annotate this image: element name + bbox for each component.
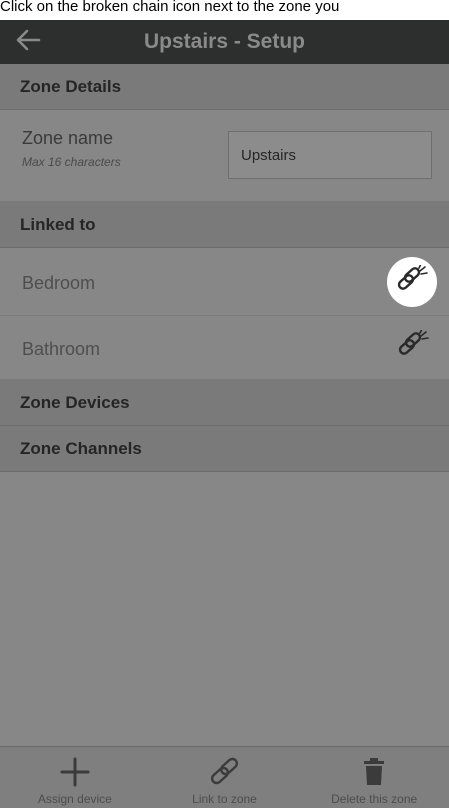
linked-zone-label: Bedroom xyxy=(22,273,96,293)
linked-zone-row: Bathroom xyxy=(0,316,449,380)
section-header-zone-channels[interactable]: Zone Channels xyxy=(0,426,449,472)
delete-zone-label: Delete this zone xyxy=(331,792,418,806)
linked-zone-label: Bathroom xyxy=(22,339,101,359)
app-screen: Upstairs - Setup Zone Details Zone name … xyxy=(0,20,449,808)
section-header-linked-to: Linked to xyxy=(0,202,449,248)
assign-device-label: Assign device xyxy=(37,792,112,806)
broken-chain-icon xyxy=(396,327,430,365)
zone-name-hint: Max 16 characters xyxy=(22,155,121,169)
unlink-bathroom-button[interactable] xyxy=(388,322,438,372)
broken-chain-icon xyxy=(395,262,429,300)
trash-icon xyxy=(363,754,385,790)
unlink-bedroom-button[interactable] xyxy=(387,257,437,307)
linked-zone-row: Bedroom xyxy=(0,248,449,316)
section-header-zone-devices[interactable]: Zone Devices xyxy=(0,380,449,426)
chain-link-icon xyxy=(207,754,243,790)
zone-name-row: Zone name Max 16 characters xyxy=(0,110,449,202)
zone-name-label: Zone name xyxy=(22,128,114,148)
plus-icon xyxy=(59,754,91,790)
section-header-zone-details: Zone Details xyxy=(0,64,449,110)
app-header: Upstairs - Setup xyxy=(0,20,449,64)
page-title: Upstairs - Setup xyxy=(143,30,306,53)
instruction-caption: Click on the broken chain icon next to t… xyxy=(0,0,449,20)
zone-name-input[interactable] xyxy=(228,131,432,179)
bottom-action-bar: Assign device Link to zone Delete this z… xyxy=(0,746,449,808)
delete-zone-button[interactable]: Delete this zone xyxy=(299,747,449,808)
assign-device-button[interactable]: Assign device xyxy=(0,747,150,808)
link-to-zone-button[interactable]: Link to zone xyxy=(150,747,300,808)
link-to-zone-label: Link to zone xyxy=(192,792,257,806)
